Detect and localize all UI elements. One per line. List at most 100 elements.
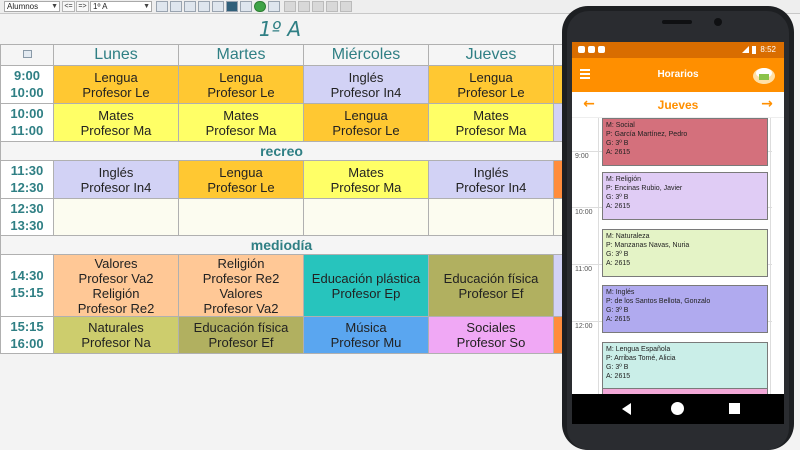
subject-name: Religión (217, 255, 265, 271)
schedule-cell[interactable]: Inglés Profesor In4 (303, 65, 429, 104)
event-detail: A: 2615 (606, 260, 631, 267)
slot-start-time: 10:00 (10, 106, 44, 121)
grid-icon[interactable] (170, 1, 182, 12)
schedule-cell[interactable] (428, 198, 554, 236)
question-icon[interactable] (326, 1, 338, 12)
slot-start-time: 11:30 (10, 163, 44, 178)
print-icon[interactable] (156, 1, 168, 12)
menu-icon[interactable] (580, 69, 590, 79)
event-detail: G: 3º B (606, 364, 629, 371)
event-detail: P: de los Santos Bellota, Gonzalo (606, 298, 711, 305)
slot-start-time: 12:30 (10, 201, 44, 216)
schedule-cell[interactable]: Inglés Profesor In4 (428, 160, 554, 199)
home-icon[interactable] (671, 402, 684, 415)
subject-name: Mates (98, 107, 134, 123)
schedule-cell[interactable]: Inglés Profesor In4 (53, 160, 179, 199)
hour-label: 9:00 (575, 153, 589, 160)
export-icon[interactable] (240, 1, 252, 12)
schedule-cell[interactable]: Lengua Profesor Le (53, 65, 179, 104)
event-detail: G: 3º B (606, 140, 629, 147)
notification-icon (588, 46, 595, 54)
schedule-cell[interactable]: Mates Profesor Ma (428, 103, 554, 142)
day-header[interactable]: Martes (178, 44, 304, 66)
subject-name: Lengua (219, 69, 263, 85)
schedule-cell[interactable]: Sociales Profesor So (428, 316, 554, 354)
event-detail: M: Lengua Española (606, 346, 671, 353)
close-icon[interactable] (340, 1, 352, 12)
schedule-cell[interactable]: Lengua Profesor Le (178, 160, 304, 199)
schedule-cell[interactable]: Lengua Profesor Le (428, 65, 554, 104)
schedule-cell[interactable]: Educación física Profesor Ef (178, 316, 304, 354)
class-event[interactable]: M: Religión P: Encinas Rubio, Javier G: 3º… (602, 172, 768, 220)
teacher-name: Profesor Le (332, 122, 400, 138)
save-icon[interactable] (268, 1, 280, 12)
schedule-cell[interactable]: Valores Profesor Va2 Religión Profesor Re2 (53, 254, 179, 317)
prev-group-button[interactable]: <= (62, 1, 75, 12)
teacher-icon[interactable] (212, 1, 224, 12)
teacher-name: Profesor Re2 (202, 270, 280, 286)
time-slot: 14:30 15:15 (0, 254, 54, 317)
class-event[interactable]: M: Naturaleza P: Manzanas Navas, Nuria G: … (602, 229, 768, 277)
arrow-left-icon[interactable]: ← (580, 95, 598, 113)
schedule-cell[interactable]: Lengua Profesor Le (303, 103, 429, 142)
schedule-cell[interactable]: Mates Profesor Ma (178, 103, 304, 142)
group-select-value: 1º A (93, 2, 108, 11)
schedule-cell[interactable]: Mates Profesor Ma (53, 103, 179, 142)
schedule-cell[interactable]: Religión Profesor Re2 Valores Profesor Va2 (178, 254, 304, 317)
table-icon[interactable] (198, 1, 210, 12)
view-select[interactable]: Alumnos ▼ (4, 1, 60, 12)
day-bar: Jueves ← → (572, 92, 784, 118)
formula-icon[interactable] (298, 1, 310, 12)
grid-icon[interactable] (23, 50, 32, 58)
schedule-title: 1º A (258, 17, 302, 41)
calendar-icon[interactable] (284, 1, 296, 12)
back-icon[interactable] (622, 403, 631, 415)
schedule-cell[interactable]: Educación física Profesor Ef (428, 254, 554, 317)
subject-name: Lengua (344, 107, 388, 123)
subject-name: Naturales (88, 320, 144, 335)
teacher-name: Profesor Ef (458, 285, 524, 301)
event-detail: M: Naturaleza (606, 233, 650, 240)
slot-end-time: 16:00 (10, 336, 44, 351)
recents-icon[interactable] (729, 403, 740, 414)
group-select[interactable]: 1º A ▼ (90, 1, 152, 12)
subject-name: Mates (348, 164, 384, 180)
day-header[interactable]: Jueves (428, 44, 554, 66)
schedule-cell[interactable]: Lengua Profesor Le (178, 65, 304, 104)
event-detail: A: 2615 (606, 373, 631, 380)
android-icon[interactable] (226, 1, 238, 12)
schedule-cell[interactable] (53, 198, 179, 236)
slot-end-time: 12:30 (10, 180, 44, 195)
class-event[interactable]: M: Inglés P: de los Santos Bellota, Gonza… (602, 285, 768, 333)
schedule-cell[interactable] (178, 198, 304, 236)
hour-label: 10:00 (575, 209, 593, 216)
timeline-edge (770, 118, 771, 394)
day-title: Jueves (657, 98, 699, 112)
teacher-name: Profesor Ma (455, 122, 527, 138)
arrow-right-icon[interactable]: → (758, 95, 776, 113)
timeline-axis (598, 118, 599, 394)
day-header[interactable]: Miércoles (303, 44, 429, 66)
day-timeline[interactable]: 9:00 10:00 11:00 12:00 M: Social P: García Ma… (572, 118, 784, 394)
next-group-button[interactable]: => (76, 1, 89, 12)
class-event[interactable]: M: Social P: García Martínez, Pedro G: 3º … (602, 118, 768, 166)
time-slot: 12:30 13:30 (0, 198, 54, 236)
slot-end-time: 11:00 (10, 123, 44, 138)
list-icon[interactable] (184, 1, 196, 12)
event-detail: P: Manzanas Navas, Nuria (606, 242, 690, 249)
green-leaf-icon[interactable] (254, 1, 266, 12)
schedule-cell[interactable]: Música Profesor Mu (303, 316, 429, 354)
event-detail: M: Inglés (606, 289, 635, 296)
teacher-name: Profesor In4 (330, 84, 402, 100)
schedule-cell[interactable]: Mates Profesor Ma (303, 160, 429, 199)
schedule-cell[interactable]: Naturales Profesor Na (53, 316, 179, 354)
schedule-cell[interactable]: Educación plástica Profesor Ep (303, 254, 429, 317)
teacher-name: Profesor In4 (455, 179, 527, 195)
day-header[interactable]: Lunes (53, 44, 179, 66)
chart-icon[interactable] (312, 1, 324, 12)
schedule-cell[interactable] (303, 198, 429, 236)
subject-name: Sociales (466, 320, 516, 335)
grid-corner (0, 44, 54, 66)
time-slot: 9:00 10:00 (0, 65, 54, 104)
class-event[interactable]: M: Lengua Española P: Arribas Tomé, Alici… (602, 342, 768, 390)
